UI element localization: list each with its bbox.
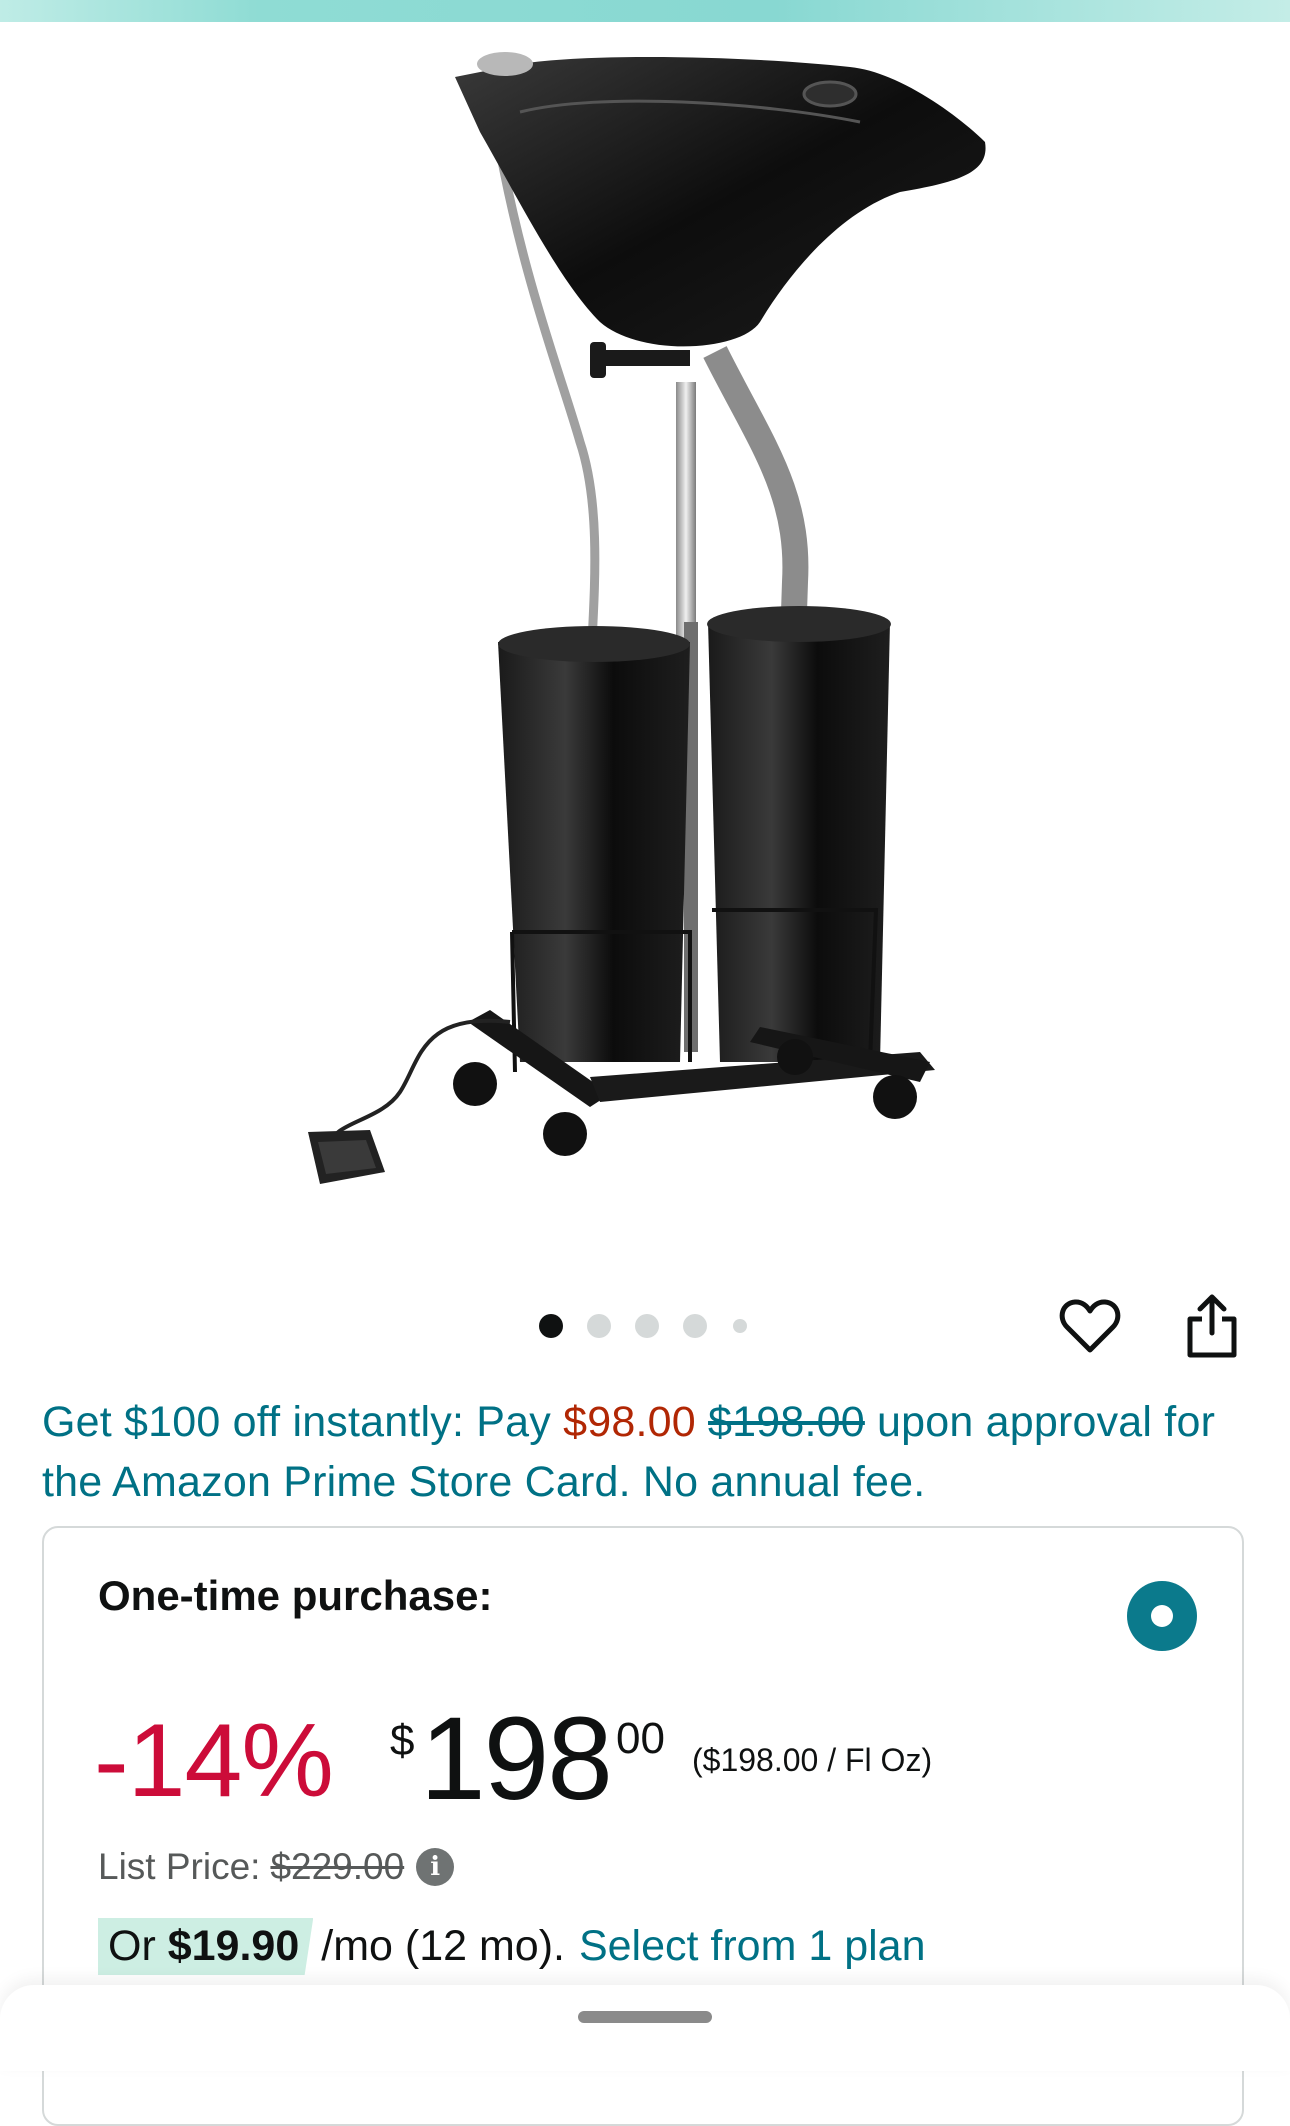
price-whole: 198 — [420, 1693, 613, 1825]
monthly-or: Or — [108, 1922, 168, 1970]
unit-price: ($198.00 / Fl Oz) — [692, 1742, 933, 1778]
carousel-dot[interactable] — [635, 1314, 659, 1338]
list-price-row: List Price: $229.00 i — [98, 1846, 455, 1888]
price-fraction: 00 — [616, 1714, 665, 1763]
list-price-label: List Price: — [98, 1846, 261, 1887]
carousel-dot[interactable] — [539, 1314, 563, 1338]
top-banner-strip — [0, 0, 1290, 22]
monthly-terms: /mo (12 mo). — [321, 1922, 565, 1970]
bottom-sheet — [0, 1985, 1290, 2071]
share-icon — [1187, 1294, 1237, 1358]
purchase-option-radio[interactable] — [1127, 1581, 1197, 1651]
promo-new-price: $98.00 — [563, 1398, 696, 1446]
share-button[interactable] — [1176, 1290, 1248, 1362]
info-icon[interactable]: i — [416, 1848, 455, 1886]
carousel-dot[interactable] — [683, 1314, 707, 1338]
carousel-dot[interactable] — [587, 1314, 611, 1338]
monthly-price-badge: Or $19.90 — [98, 1918, 314, 1975]
store-card-promo[interactable]: Get $100 off instantly: Pay $98.00 $198.… — [42, 1392, 1252, 1512]
discount-percentage: -14% — [94, 1703, 334, 1819]
select-plan-link[interactable]: Select from 1 plan — [579, 1922, 926, 1971]
monthly-payment-row: Or $19.90 /mo (12 mo). Select from 1 pla… — [98, 1918, 926, 1975]
list-price-value: $229.00 — [270, 1846, 405, 1887]
shampoo-bowl-illustration — [308, 52, 986, 1184]
heart-outline-icon — [1059, 1299, 1121, 1353]
radio-selected-indicator — [1151, 1605, 1173, 1627]
price-currency-symbol: $ — [390, 1716, 415, 1765]
purchase-option-title: One-time purchase: — [98, 1572, 493, 1619]
promo-prefix: Get $100 off instantly: Pay — [42, 1398, 564, 1446]
wishlist-button[interactable] — [1054, 1290, 1126, 1362]
home-indicator[interactable] — [578, 2011, 712, 2023]
monthly-amount: $19.90 — [167, 1922, 300, 1970]
carousel-dot[interactable] — [733, 1319, 747, 1333]
promo-old-price: $198.00 — [708, 1398, 865, 1446]
product-image[interactable] — [0, 22, 1290, 1292]
